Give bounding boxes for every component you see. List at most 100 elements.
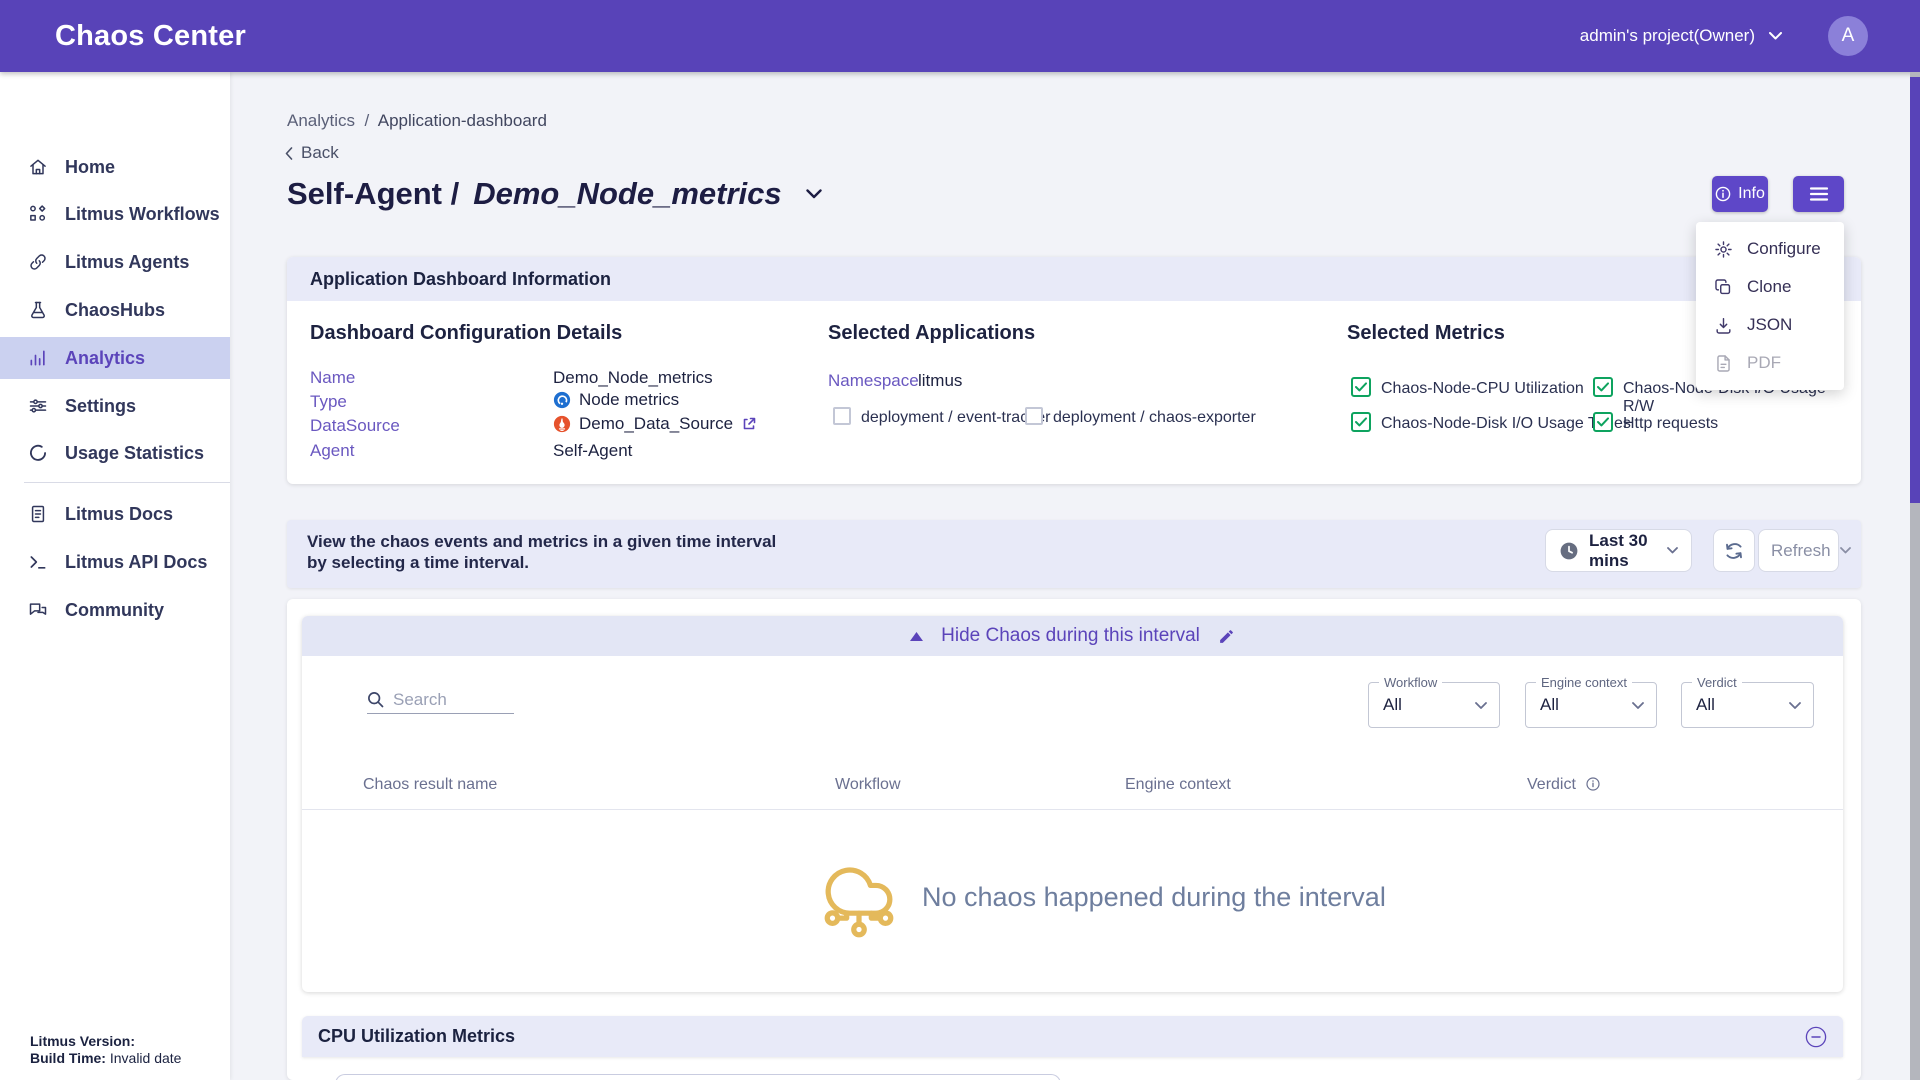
title-chevron-down-icon[interactable]	[806, 189, 822, 199]
app-title: Chaos Center	[55, 0, 246, 72]
checkbox-http-requests[interactable]	[1593, 412, 1613, 432]
node-metrics-icon	[553, 391, 571, 409]
analytics-icon	[28, 348, 48, 368]
verdict-filter-value: All	[1696, 695, 1715, 715]
back-label: Back	[301, 143, 339, 163]
sidebar-item-settings[interactable]: Settings	[0, 385, 230, 427]
empty-message: No chaos happened during the interval	[922, 882, 1386, 913]
docs-icon	[28, 504, 48, 524]
verdict-filter-select[interactable]: Verdict All	[1681, 682, 1814, 728]
title-agent: Self-Agent /	[287, 176, 459, 212]
sidebar-item-label: ChaosHubs	[65, 300, 165, 321]
checkbox-event-tracker[interactable]	[833, 407, 851, 425]
sidebar-item-litmus-agents[interactable]: Litmus Agents	[0, 241, 230, 283]
checkbox-disk-io-times[interactable]	[1351, 412, 1371, 432]
avatar[interactable]: A	[1828, 16, 1868, 56]
engine-context-filter-select[interactable]: Engine context All	[1525, 682, 1657, 728]
collapse-minus-icon[interactable]	[1805, 1026, 1827, 1048]
sidebar-item-analytics[interactable]: Analytics	[0, 337, 230, 379]
scrollbar-thumb[interactable]	[1910, 77, 1920, 503]
verdict-info-icon[interactable]	[1586, 777, 1600, 791]
checkbox-cpu-utilization[interactable]	[1351, 377, 1371, 397]
chaos-toggle-label[interactable]: Hide Chaos during this interval	[941, 625, 1200, 647]
refresh-icon	[1723, 540, 1745, 562]
usage-statistics-icon	[28, 443, 48, 463]
search-input[interactable]	[393, 690, 503, 710]
file-icon	[1714, 354, 1733, 373]
breadcrumb-separator: /	[364, 111, 369, 130]
config-value-datasource: Demo_Data_Source	[553, 414, 757, 434]
project-selector[interactable]: admin's project(Owner)	[1580, 0, 1782, 72]
sidebar-item-label: Community	[65, 600, 164, 621]
menu-item-pdf[interactable]: PDF	[1696, 344, 1844, 382]
time-range-dropdown[interactable]: Last 30 mins	[1545, 529, 1692, 572]
project-label: admin's project(Owner)	[1580, 26, 1755, 46]
workflow-filter-value: All	[1383, 695, 1402, 715]
prometheus-icon	[553, 415, 571, 433]
back-link[interactable]: Back	[285, 143, 339, 163]
menu-item-label: Configure	[1747, 239, 1821, 259]
config-value-type-text: Node metrics	[579, 390, 679, 410]
edit-pencil-icon[interactable]	[1218, 628, 1235, 645]
metric-label-http-requests: Http requests	[1623, 415, 1718, 433]
build-time-label: Build Time:	[30, 1050, 106, 1066]
column-header-chaos-result-name: Chaos result name	[363, 776, 497, 794]
dashboard-menu-popup: Configure Clone JSON PDF	[1696, 222, 1844, 390]
breadcrumb-application-dashboard[interactable]: Application-dashboard	[378, 111, 547, 130]
check-icon	[1597, 382, 1609, 392]
settings-icon	[28, 396, 48, 416]
refresh-button[interactable]	[1713, 529, 1755, 572]
sidebar-item-label: Litmus Workflows	[65, 204, 220, 225]
cpu-section-title: CPU Utilization Metrics	[318, 1026, 515, 1047]
sidebar-item-label: Litmus Docs	[65, 504, 173, 525]
search-icon	[367, 691, 384, 708]
menu-item-label: JSON	[1747, 315, 1792, 335]
sidebar-item-litmus-workflows[interactable]: Litmus Workflows	[0, 193, 230, 235]
menu-item-configure[interactable]: Configure	[1696, 230, 1844, 268]
sidebar-item-home[interactable]: Home	[0, 146, 230, 188]
column-header-verdict: Verdict	[1527, 776, 1600, 794]
config-value-datasource-text: Demo_Data_Source	[579, 414, 733, 434]
menu-item-clone[interactable]: Clone	[1696, 268, 1844, 306]
main-content: Analytics / Application-dashboard Back S…	[230, 72, 1920, 1080]
checkbox-label-event-tracker: deployment / event-tracker	[861, 409, 1050, 427]
config-label-datasource: DataSource	[310, 416, 400, 436]
menu-item-json[interactable]: JSON	[1696, 306, 1844, 344]
checkbox-chaos-exporter[interactable]	[1025, 407, 1043, 425]
breadcrumb-analytics[interactable]: Analytics	[287, 111, 355, 130]
agents-icon	[28, 252, 48, 272]
info-button[interactable]: Info	[1712, 176, 1768, 212]
verdict-header-label: Verdict	[1527, 776, 1576, 793]
config-value-agent: Self-Agent	[553, 441, 632, 461]
chevron-down-icon	[1667, 547, 1678, 554]
workflows-icon	[28, 204, 48, 224]
dashboard-menu-button[interactable]	[1793, 176, 1844, 212]
chevron-down-icon	[1632, 702, 1644, 710]
selected-applications-title: Selected Applications	[828, 322, 1035, 345]
config-value-name: Demo_Node_metrics	[553, 368, 713, 388]
checkbox-disk-io-rw[interactable]	[1593, 377, 1613, 397]
hamburger-icon	[1809, 186, 1829, 202]
collapse-triangle-icon[interactable]	[910, 632, 923, 641]
check-icon	[1597, 417, 1609, 427]
card-header-title: Application Dashboard Information	[310, 269, 611, 290]
selected-metrics-title: Selected Metrics	[1347, 322, 1505, 345]
time-interval-description: View the chaos events and metrics in a g…	[307, 531, 777, 573]
top-header: Chaos Center admin's project(Owner) A	[0, 0, 1920, 72]
chevron-left-icon	[285, 147, 293, 160]
sidebar-footer: Litmus Version: Build Time: Invalid date	[30, 1033, 181, 1067]
workflow-filter-select[interactable]: Workflow All	[1368, 682, 1500, 728]
engine-context-filter-value: All	[1540, 695, 1559, 715]
sidebar-item-usage-statistics[interactable]: Usage Statistics	[0, 432, 230, 474]
sidebar-item-chaoshubs[interactable]: ChaosHubs	[0, 289, 230, 331]
sidebar-item-litmus-api-docs[interactable]: Litmus API Docs	[0, 541, 230, 583]
external-link-icon[interactable]	[741, 416, 757, 432]
menu-item-label: PDF	[1747, 353, 1781, 373]
sidebar-item-community[interactable]: Community	[0, 589, 230, 631]
column-header-workflow: Workflow	[835, 776, 901, 794]
sidebar-item-litmus-docs[interactable]: Litmus Docs	[0, 493, 230, 535]
refresh-interval-dropdown[interactable]: Refresh	[1758, 529, 1839, 572]
build-time-value: Invalid date	[110, 1050, 182, 1066]
app-frame: Chaos Center admin's project(Owner) A Ho…	[0, 0, 1920, 1080]
time-interval-banner: View the chaos events and metrics in a g…	[287, 520, 1861, 588]
